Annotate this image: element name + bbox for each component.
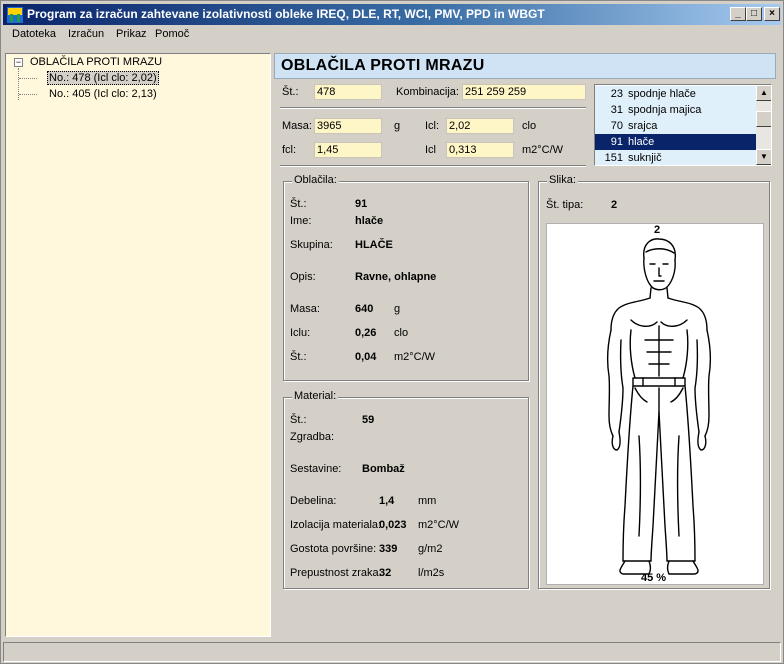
menu-bar: Datoteka Izračun Prikaz Pomoč	[3, 26, 781, 45]
scroll-thumb[interactable]	[756, 111, 771, 127]
material-prepustnost-unit: l/m2s	[418, 567, 445, 579]
icl-label: Icl:	[425, 120, 440, 132]
list-item[interactable]: 70 srajca	[595, 118, 756, 134]
kombinacija-field[interactable]: 251 259 259	[462, 84, 586, 100]
material-debelina-value: 1,4	[379, 495, 395, 507]
fcl-field[interactable]: 1,45	[314, 142, 382, 158]
icl2-unit: m2°C/W	[522, 144, 564, 156]
fcl-label: fcl:	[282, 144, 297, 156]
window-title: Program za izračun zahtevane izolativnos…	[27, 7, 545, 21]
st-field[interactable]: 478	[314, 84, 382, 100]
material-prepustnost-value: 32	[379, 567, 392, 579]
garment-group: Oblačila: Št.: 91 Ime: hlače Skupina: HL…	[283, 174, 529, 381]
material-zgradba-label: Zgradba:	[290, 431, 335, 443]
list-item[interactable]: 151 suknjič	[595, 150, 756, 165]
illustration-percent: 45 %	[641, 572, 667, 584]
close-button[interactable]: ×	[764, 7, 780, 21]
maximize-button[interactable]: □	[746, 7, 762, 21]
ensemble-tree[interactable]: − OBLAČILA PROTI MRAZU No.: 478 (Icl clo…	[5, 53, 271, 637]
garment-st-label: Št.:	[290, 198, 307, 210]
garment-iclu-unit: clo	[394, 327, 409, 339]
icl-unit: clo	[522, 120, 537, 132]
garment-opis-label: Opis:	[290, 271, 316, 283]
st-label: Št.:	[282, 86, 299, 98]
garment-st2-label: Št.:	[290, 351, 307, 363]
image-type-value: 2	[611, 199, 618, 211]
collapse-icon[interactable]: −	[14, 58, 23, 67]
material-gostota-value: 339	[379, 543, 398, 555]
list-scrollbar[interactable]: ▲ ▼	[756, 85, 771, 165]
material-prepustnost-label: Prepustnost zraka:	[290, 567, 382, 579]
garment-ime-value: hlače	[355, 215, 384, 227]
menu-prikaz[interactable]: Prikaz	[116, 28, 147, 40]
garment-opis-value: Ravne, ohlapne	[355, 271, 437, 283]
menu-izracun[interactable]: Izračun	[68, 28, 104, 40]
image-type-label: Št. tipa:	[546, 199, 584, 211]
tree-line	[18, 68, 19, 100]
garment-st2-unit: m2°C/W	[394, 351, 436, 363]
garment-masa-label: Masa:	[290, 303, 320, 315]
tree-line	[19, 94, 37, 95]
tree-item-405[interactable]: No.: 405 (Icl clo: 2,13)	[49, 88, 157, 100]
masa-field[interactable]: 3965	[314, 118, 382, 134]
section-header: OBLAČILA PROTI MRAZU	[274, 53, 776, 79]
garment-ime-label: Ime:	[290, 215, 312, 227]
app-icon	[7, 7, 23, 23]
garment-list[interactable]: 23 spodnje hlače 31 spodnja majica 70 srajc…	[594, 84, 772, 166]
icl-field[interactable]: 2,02	[446, 118, 514, 134]
status-bar	[3, 642, 781, 662]
material-sestavine-value: Bombaž	[362, 463, 405, 475]
material-izolacija-label: Izolacija materiala:	[290, 519, 382, 531]
material-group: Material: Št.: 59 Zgradba: Sestavine: Bo…	[283, 390, 529, 589]
material-gostota-unit: g/m2	[418, 543, 443, 555]
app-window: Program za izračun zahtevane izolativnos…	[0, 0, 784, 664]
section-title: OBLAČILA PROTI MRAZU	[281, 57, 485, 74]
tree-line	[19, 78, 37, 79]
garment-illustration: 2 45 %	[546, 223, 764, 585]
tree-item-478[interactable]: No.: 478 (Icl clo: 2,02)	[47, 71, 159, 85]
image-group-title: Slika:	[547, 174, 578, 186]
masa-unit: g	[394, 120, 401, 132]
masa-label: Masa:	[282, 120, 312, 132]
material-gostota-label: Gostota površine:	[290, 543, 377, 555]
minimize-button[interactable]: _	[730, 7, 746, 21]
divider	[280, 107, 586, 109]
material-st-label: Št.:	[290, 414, 307, 426]
details-panel: OBLAČILA PROTI MRAZU Št.: 478 Kombinacij…	[274, 53, 776, 637]
material-debelina-unit: mm	[418, 495, 437, 507]
title-bar: Program za izračun zahtevane izolativnos…	[3, 4, 781, 25]
garment-masa-unit: g	[394, 303, 401, 315]
list-item[interactable]: 23 spodnje hlače	[595, 86, 756, 102]
material-debelina-label: Debelina:	[290, 495, 337, 507]
garment-iclu-label: Iclu:	[290, 327, 311, 339]
divider	[280, 165, 586, 167]
garment-masa-value: 640	[355, 303, 374, 315]
menu-datoteka[interactable]: Datoteka	[12, 28, 56, 40]
tree-root[interactable]: OBLAČILA PROTI MRAZU	[30, 56, 162, 68]
man-in-trousers-image	[606, 238, 712, 575]
list-item-selected[interactable]: 91 hlače	[595, 134, 756, 150]
icl2-label: Icl	[425, 144, 436, 156]
scroll-up-icon[interactable]: ▲	[756, 85, 771, 101]
icl-m2-field[interactable]: 0,313	[446, 142, 514, 158]
garment-st2-value: 0,04	[355, 351, 377, 363]
garment-group-title: Oblačila:	[292, 174, 339, 186]
material-izolacija-unit: m2°C/W	[418, 519, 460, 531]
material-group-title: Material:	[292, 390, 339, 402]
garment-skupina-label: Skupina:	[290, 239, 333, 251]
garment-iclu-value: 0,26	[355, 327, 377, 339]
material-sestavine-label: Sestavine:	[290, 463, 342, 475]
garment-skupina-value: HLAČE	[355, 239, 393, 251]
material-izolacija-value: 0,023	[379, 519, 407, 531]
list-item[interactable]: 31 spodnja majica	[595, 102, 756, 118]
illustration-number: 2	[654, 224, 661, 236]
garment-st-value: 91	[355, 198, 368, 210]
kombinacija-label: Kombinacija:	[396, 86, 459, 98]
menu-pomoc[interactable]: Pomoč	[155, 28, 189, 40]
material-st-value: 59	[362, 414, 375, 426]
scroll-down-icon[interactable]: ▼	[756, 149, 771, 165]
